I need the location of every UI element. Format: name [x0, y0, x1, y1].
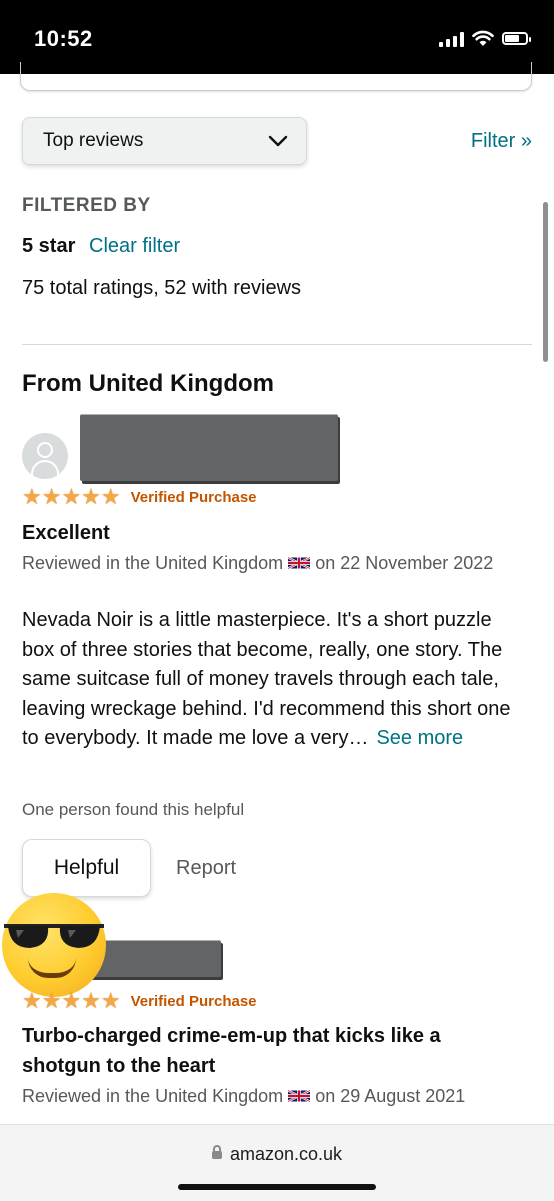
helpful-button[interactable]: Helpful [22, 839, 151, 897]
url-text: amazon.co.uk [229, 1144, 343, 1164]
lock-icon [211, 1145, 222, 1159]
review-rating: ★★★★★ Verified Purchase [22, 990, 257, 1012]
star-rating-icon: ★★★★★ [22, 484, 121, 509]
verified-purchase-badge: Verified Purchase [130, 992, 257, 1010]
wifi-icon [472, 30, 494, 46]
review-title: Excellent [22, 522, 110, 544]
clear-filter-link[interactable]: Clear filter [89, 235, 180, 258]
filtered-by-heading: FILTERED BY [22, 195, 151, 216]
chevron-down-icon [268, 135, 288, 147]
review-location: Reviewed in the United Kingdom [22, 553, 284, 573]
review-body: Nevada Noir is a little masterpiece. It'… [22, 606, 522, 754]
helpful-count: One person found this helpful [22, 800, 245, 819]
verified-purchase-badge: Verified Purchase [130, 488, 257, 506]
star-rating-icon: ★★★★★ [22, 988, 121, 1013]
divider [22, 344, 532, 345]
review-title: Turbo-charged crime-em-up that kicks lik… [22, 1025, 441, 1077]
review-location: Reviewed in the United Kingdom [22, 1086, 284, 1106]
total-ratings-text: 75 total ratings, 52 with reviews [22, 277, 302, 299]
search-box-edge[interactable] [20, 62, 532, 91]
reviewer-avatar[interactable] [22, 433, 68, 479]
status-icons [439, 30, 531, 47]
active-star-filter: 5 star [22, 235, 76, 257]
battery-icon [502, 32, 531, 45]
sort-selected-label: Top reviews [43, 130, 144, 151]
see-more-link[interactable]: See more [376, 727, 463, 749]
person-icon [37, 442, 53, 458]
redacted-reviewer-name [80, 414, 338, 481]
filter-link[interactable]: Filter » [471, 130, 532, 153]
review-meta: Reviewed in the United Kingdom on 22 Nov… [22, 549, 522, 578]
region-heading: From United Kingdom [22, 370, 274, 397]
cellular-signal-icon [439, 31, 464, 47]
uk-flag-icon [288, 556, 311, 570]
review-meta: Reviewed in the United Kingdom on 29 Aug… [22, 1082, 522, 1111]
scrollbar[interactable] [543, 202, 548, 362]
sunglasses-icon [4, 924, 104, 948]
status-time: 10:52 [34, 26, 93, 51]
home-indicator[interactable] [178, 1184, 376, 1190]
review-date: on 22 November 2022 [315, 553, 494, 573]
uk-flag-icon [288, 1089, 311, 1103]
sort-reviews-select[interactable]: Top reviews [22, 117, 307, 165]
report-link[interactable]: Report [176, 857, 236, 880]
review-date: on 29 August 2021 [315, 1086, 466, 1106]
review-rating: ★★★★★ Verified Purchase [22, 486, 257, 508]
